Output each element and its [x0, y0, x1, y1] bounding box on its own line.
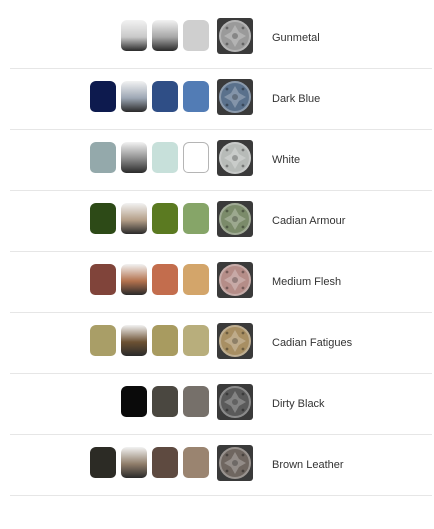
paint-row[interactable]: White — [10, 130, 432, 191]
paint-pot[interactable] — [152, 264, 178, 295]
paint-pot[interactable] — [183, 447, 209, 478]
miniature-thumbnail[interactable] — [217, 140, 253, 176]
paint-pot[interactable] — [121, 264, 147, 295]
paint-pot[interactable] — [121, 81, 147, 112]
paint-scheme-label: Gunmetal — [272, 32, 320, 44]
paint-pot[interactable] — [121, 325, 147, 356]
paint-pot[interactable] — [90, 264, 116, 295]
paint-pot[interactable] — [90, 142, 116, 173]
paint-pot[interactable] — [183, 20, 209, 51]
paint-scheme-label: Dirty Black — [272, 398, 325, 410]
paint-pots — [10, 20, 210, 52]
paint-pots — [10, 203, 210, 235]
paint-row[interactable]: Gunmetal — [10, 8, 432, 69]
paint-row[interactable]: Dark Blue — [10, 69, 432, 130]
paint-pots — [10, 447, 210, 479]
paint-pot[interactable] — [90, 325, 116, 356]
paint-scheme-label: Cadian Fatigues — [272, 337, 353, 349]
miniature-thumbnail[interactable] — [217, 262, 253, 298]
miniature-thumbnail[interactable] — [217, 384, 253, 420]
paint-pots — [10, 386, 210, 418]
paint-pot[interactable] — [183, 386, 209, 417]
paint-pot[interactable] — [90, 203, 116, 234]
miniature-thumbnail[interactable] — [217, 18, 253, 54]
paint-row[interactable]: Medium Flesh — [10, 252, 432, 313]
miniature-thumbnail[interactable] — [217, 79, 253, 115]
paint-row[interactable]: Dirty Black — [10, 374, 432, 435]
paint-pot[interactable] — [152, 81, 178, 112]
paint-pot[interactable] — [121, 386, 147, 417]
paint-pot[interactable] — [152, 325, 178, 356]
paint-pot[interactable] — [90, 447, 116, 478]
paint-pot[interactable] — [183, 325, 209, 356]
paint-pot[interactable] — [152, 20, 178, 51]
paint-pot[interactable] — [121, 203, 147, 234]
paint-row[interactable]: Cadian Armour — [10, 191, 432, 252]
paint-scheme-label: White — [272, 154, 301, 166]
miniature-thumbnail[interactable] — [217, 323, 253, 359]
paint-scheme-label: Cadian Armour — [272, 215, 346, 227]
paint-pot[interactable] — [183, 81, 209, 112]
paint-pot[interactable] — [121, 447, 147, 478]
paint-pot[interactable] — [121, 142, 147, 173]
miniature-thumbnail[interactable] — [217, 201, 253, 237]
paint-pot[interactable] — [121, 20, 147, 51]
paint-scheme-label: Medium Flesh — [272, 276, 342, 288]
paint-pot[interactable] — [183, 142, 209, 173]
paint-row[interactable]: Brown Leather — [10, 435, 432, 496]
paint-pot[interactable] — [152, 386, 178, 417]
paint-pot[interactable] — [183, 264, 209, 295]
paint-pots — [10, 325, 210, 357]
paint-pots — [10, 81, 210, 113]
paint-pot[interactable] — [152, 203, 178, 234]
paint-scheme-label: Brown Leather — [272, 459, 344, 471]
paint-scheme-label: Dark Blue — [272, 93, 321, 105]
paint-pot[interactable] — [183, 203, 209, 234]
paint-pot[interactable] — [152, 447, 178, 478]
paint-pot[interactable] — [90, 81, 116, 112]
miniature-thumbnail[interactable] — [217, 445, 253, 481]
paint-pot[interactable] — [152, 142, 178, 173]
paint-pots — [10, 264, 210, 296]
paint-row[interactable]: Cadian Fatigues — [10, 313, 432, 374]
paint-scheme-list: Gunmetal Dark Blue White Cadian Armour Mediu… — [0, 0, 434, 529]
paint-pots — [10, 142, 210, 174]
